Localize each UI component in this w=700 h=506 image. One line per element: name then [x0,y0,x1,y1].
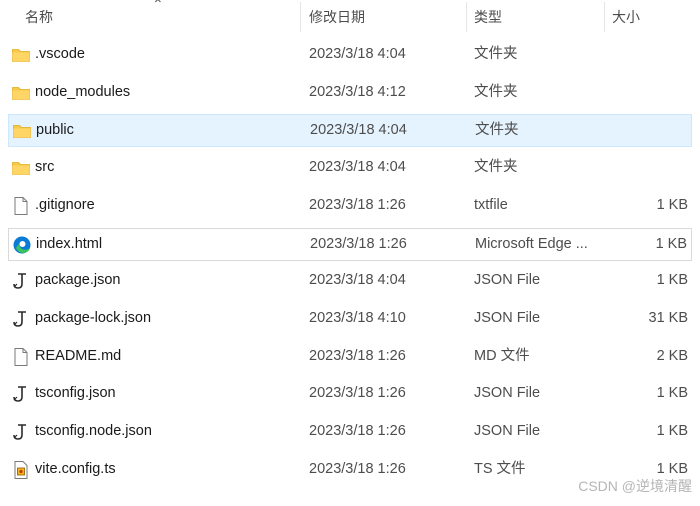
file-modified-date: 2023/3/18 4:04 [310,122,407,138]
file-name: index.html [36,236,103,252]
file-type: JSON File [474,423,541,439]
file-type: TS 文件 [474,461,526,477]
column-header-bar: 名称 ⌃ 修改日期 类型 大小 [0,0,700,34]
json-file-icon [11,384,31,404]
column-header-size[interactable]: 大小 [612,0,640,34]
file-modified-date: 2023/3/18 1:26 [309,385,406,401]
file-modified-date: 2023/3/18 1:26 [309,348,406,364]
json-file-icon [11,422,31,442]
folder-icon [11,45,31,65]
file-size: 1 KB [655,236,687,252]
file-name: package.json [35,272,121,288]
ts-file-icon [11,460,31,480]
file-size: 1 KB [656,423,688,439]
text-file-icon [11,196,31,216]
file-row[interactable]: vite.config.ts 2023/3/18 1:26 TS 文件 1 KB [8,454,692,487]
file-row[interactable]: index.html 2023/3/18 1:26 Microsoft Edge .… [8,228,692,261]
folder-icon [11,158,31,178]
file-modified-date: 2023/3/18 1:26 [309,461,406,477]
file-name: public [36,122,74,138]
file-type: 文件夹 [474,46,518,62]
file-name: package-lock.json [35,310,152,326]
file-type: txtfile [474,197,508,213]
file-type: JSON File [474,385,541,401]
text-file-icon [11,347,31,367]
file-row[interactable]: public 2023/3/18 4:04 文件夹 [8,114,692,147]
column-header-date[interactable]: 修改日期 [309,0,365,34]
file-row[interactable]: tsconfig.node.json 2023/3/18 1:26 JSON Fil… [8,416,692,449]
column-divider[interactable] [300,2,301,32]
file-size: 1 KB [656,461,688,477]
file-modified-date: 2023/3/18 4:12 [309,84,406,100]
column-divider[interactable] [604,2,605,32]
column-header-name[interactable]: 名称 [25,0,53,34]
edge-icon [12,235,32,255]
file-row[interactable]: node_modules 2023/3/18 4:12 文件夹 [8,77,692,110]
file-modified-date: 2023/3/18 4:04 [309,272,406,288]
file-type: 文件夹 [474,84,518,100]
json-file-icon [11,309,31,329]
file-type: 文件夹 [475,122,519,138]
folder-icon [12,121,32,141]
file-modified-date: 2023/3/18 1:26 [310,236,407,252]
file-type: 文件夹 [474,159,518,175]
file-type: JSON File [474,272,541,288]
file-name: README.md [35,348,122,364]
file-modified-date: 2023/3/18 1:26 [309,423,406,439]
file-type: Microsoft Edge ... [475,236,588,252]
file-name: tsconfig.json [35,385,116,401]
file-name: tsconfig.node.json [35,423,152,439]
json-file-icon [11,271,31,291]
file-name: .gitignore [35,197,95,213]
file-row[interactable]: tsconfig.json 2023/3/18 1:26 JSON File 1 KB [8,378,692,411]
file-row[interactable]: package.json 2023/3/18 4:04 JSON File 1 KB [8,265,692,298]
file-modified-date: 2023/3/18 4:04 [309,159,406,175]
file-name: vite.config.ts [35,461,116,477]
file-size: 1 KB [656,197,688,213]
file-row[interactable]: src 2023/3/18 4:04 文件夹 [8,152,692,185]
file-modified-date: 2023/3/18 4:04 [309,46,406,62]
file-modified-date: 2023/3/18 1:26 [309,197,406,213]
file-name: .vscode [35,46,85,62]
file-row[interactable]: .vscode 2023/3/18 4:04 文件夹 [8,39,692,72]
file-explorer: 名称 ⌃ 修改日期 类型 大小 .vscode 2023/3/18 4:04 文件夹… [0,0,700,506]
file-size: 1 KB [656,272,688,288]
file-name: node_modules [35,84,131,100]
file-row[interactable]: package-lock.json 2023/3/18 4:10 JSON File… [8,303,692,336]
column-header-type[interactable]: 类型 [474,0,502,34]
file-type: JSON File [474,310,541,326]
sort-ascending-icon: ⌃ [152,0,164,12]
column-divider[interactable] [466,2,467,32]
folder-icon [11,83,31,103]
file-modified-date: 2023/3/18 4:10 [309,310,406,326]
file-size: 31 KB [648,310,689,326]
file-row[interactable]: README.md 2023/3/18 1:26 MD 文件 2 KB [8,341,692,374]
file-size: 1 KB [656,385,688,401]
file-type: MD 文件 [474,348,530,364]
file-name: src [35,159,55,175]
file-row[interactable]: .gitignore 2023/3/18 1:26 txtfile 1 KB [8,190,692,223]
file-size: 2 KB [656,348,688,364]
